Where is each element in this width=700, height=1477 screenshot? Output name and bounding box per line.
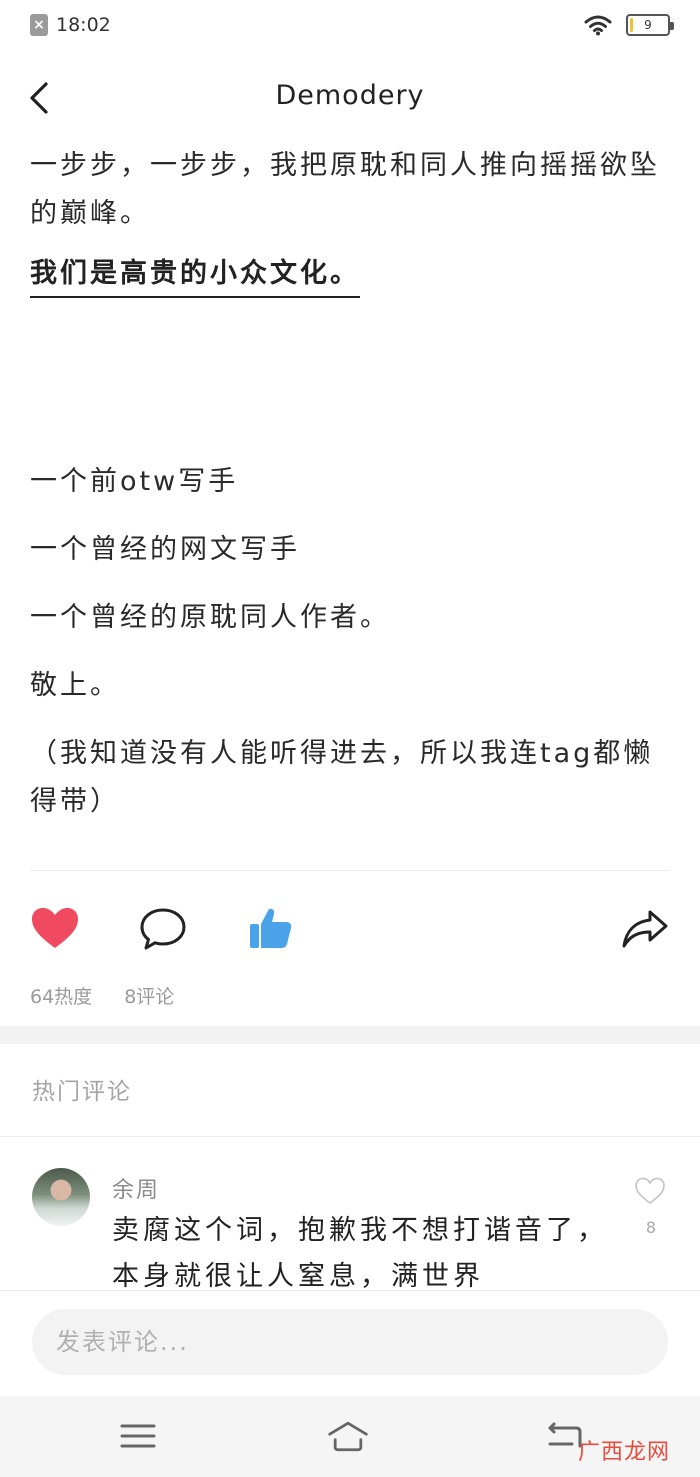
status-time: 18:02 — [56, 14, 111, 36]
article-paragraph: 一步步，一步步，我把原耽和同人推向摇摇欲坠的巅峰。 — [30, 150, 660, 229]
comment-input-bar: 发表评论... — [0, 1290, 700, 1396]
share-icon[interactable] — [620, 904, 670, 954]
comment-input[interactable]: 发表评论... — [32, 1309, 668, 1375]
avatar[interactable] — [32, 1168, 90, 1226]
battery-level-text: 9 — [644, 18, 652, 32]
comment-like-count: 8 — [645, 1218, 656, 1237]
header: Demodery — [0, 62, 700, 132]
comment-bubble-icon[interactable] — [138, 904, 188, 954]
comment-item: 余周 卖腐这个词，抱歉我不想打谐音了，本身就很让人窒息，满世界 8 — [0, 1160, 700, 1290]
article-spacer — [30, 298, 670, 458]
post-stats: 64热度 8评论 — [30, 982, 206, 1009]
article-line: 一个曾经的网文写手 — [30, 534, 300, 565]
watermark: 广西龙网 — [577, 1440, 670, 1465]
status-bar: × 18:02 9 — [0, 0, 700, 52]
system-nav-bar: 广西龙网 — [0, 1396, 700, 1477]
article-line: （我知道没有人能听得进去，所以我连tag都懒得带） — [30, 738, 654, 817]
article-line: 一个曾经的原耽同人作者。 — [30, 602, 390, 633]
article-body: 一步步，一步步，我把原耽和同人推向摇摇欲坠的巅峰。 我们是高贵的小众文化。 一个… — [30, 142, 670, 846]
status-right: 9 — [584, 14, 674, 36]
article-line: 一个前otw写手 — [30, 466, 239, 497]
battery-icon: 9 — [626, 14, 674, 36]
article-line: 敬上。 — [30, 670, 120, 701]
heart-outline-icon[interactable] — [634, 1176, 666, 1206]
home-icon[interactable] — [326, 1416, 370, 1456]
section-separator — [0, 1026, 700, 1044]
x-box-icon: × — [30, 14, 48, 36]
post-actions — [0, 896, 700, 966]
divider — [0, 1136, 700, 1137]
comment-text: 卖腐这个词，抱歉我不想打谐音了，本身就很让人窒息，满世界 — [112, 1215, 608, 1290]
divider — [30, 870, 670, 871]
page-title: Demodery — [275, 80, 425, 111]
wifi-icon — [584, 15, 612, 36]
menu-icon[interactable] — [116, 1416, 160, 1456]
heat-count[interactable]: 64热度 — [30, 982, 92, 1009]
article-bold-line: 我们是高贵的小众文化。 — [30, 254, 360, 298]
hot-comments-title: 热门评论 — [32, 1079, 132, 1105]
heart-icon[interactable] — [30, 904, 80, 954]
status-left: × 18:02 — [30, 14, 111, 36]
comment-count[interactable]: 8评论 — [124, 982, 174, 1009]
thumbs-up-icon[interactable] — [246, 904, 296, 954]
comment-author[interactable]: 余周 — [112, 1172, 160, 1204]
